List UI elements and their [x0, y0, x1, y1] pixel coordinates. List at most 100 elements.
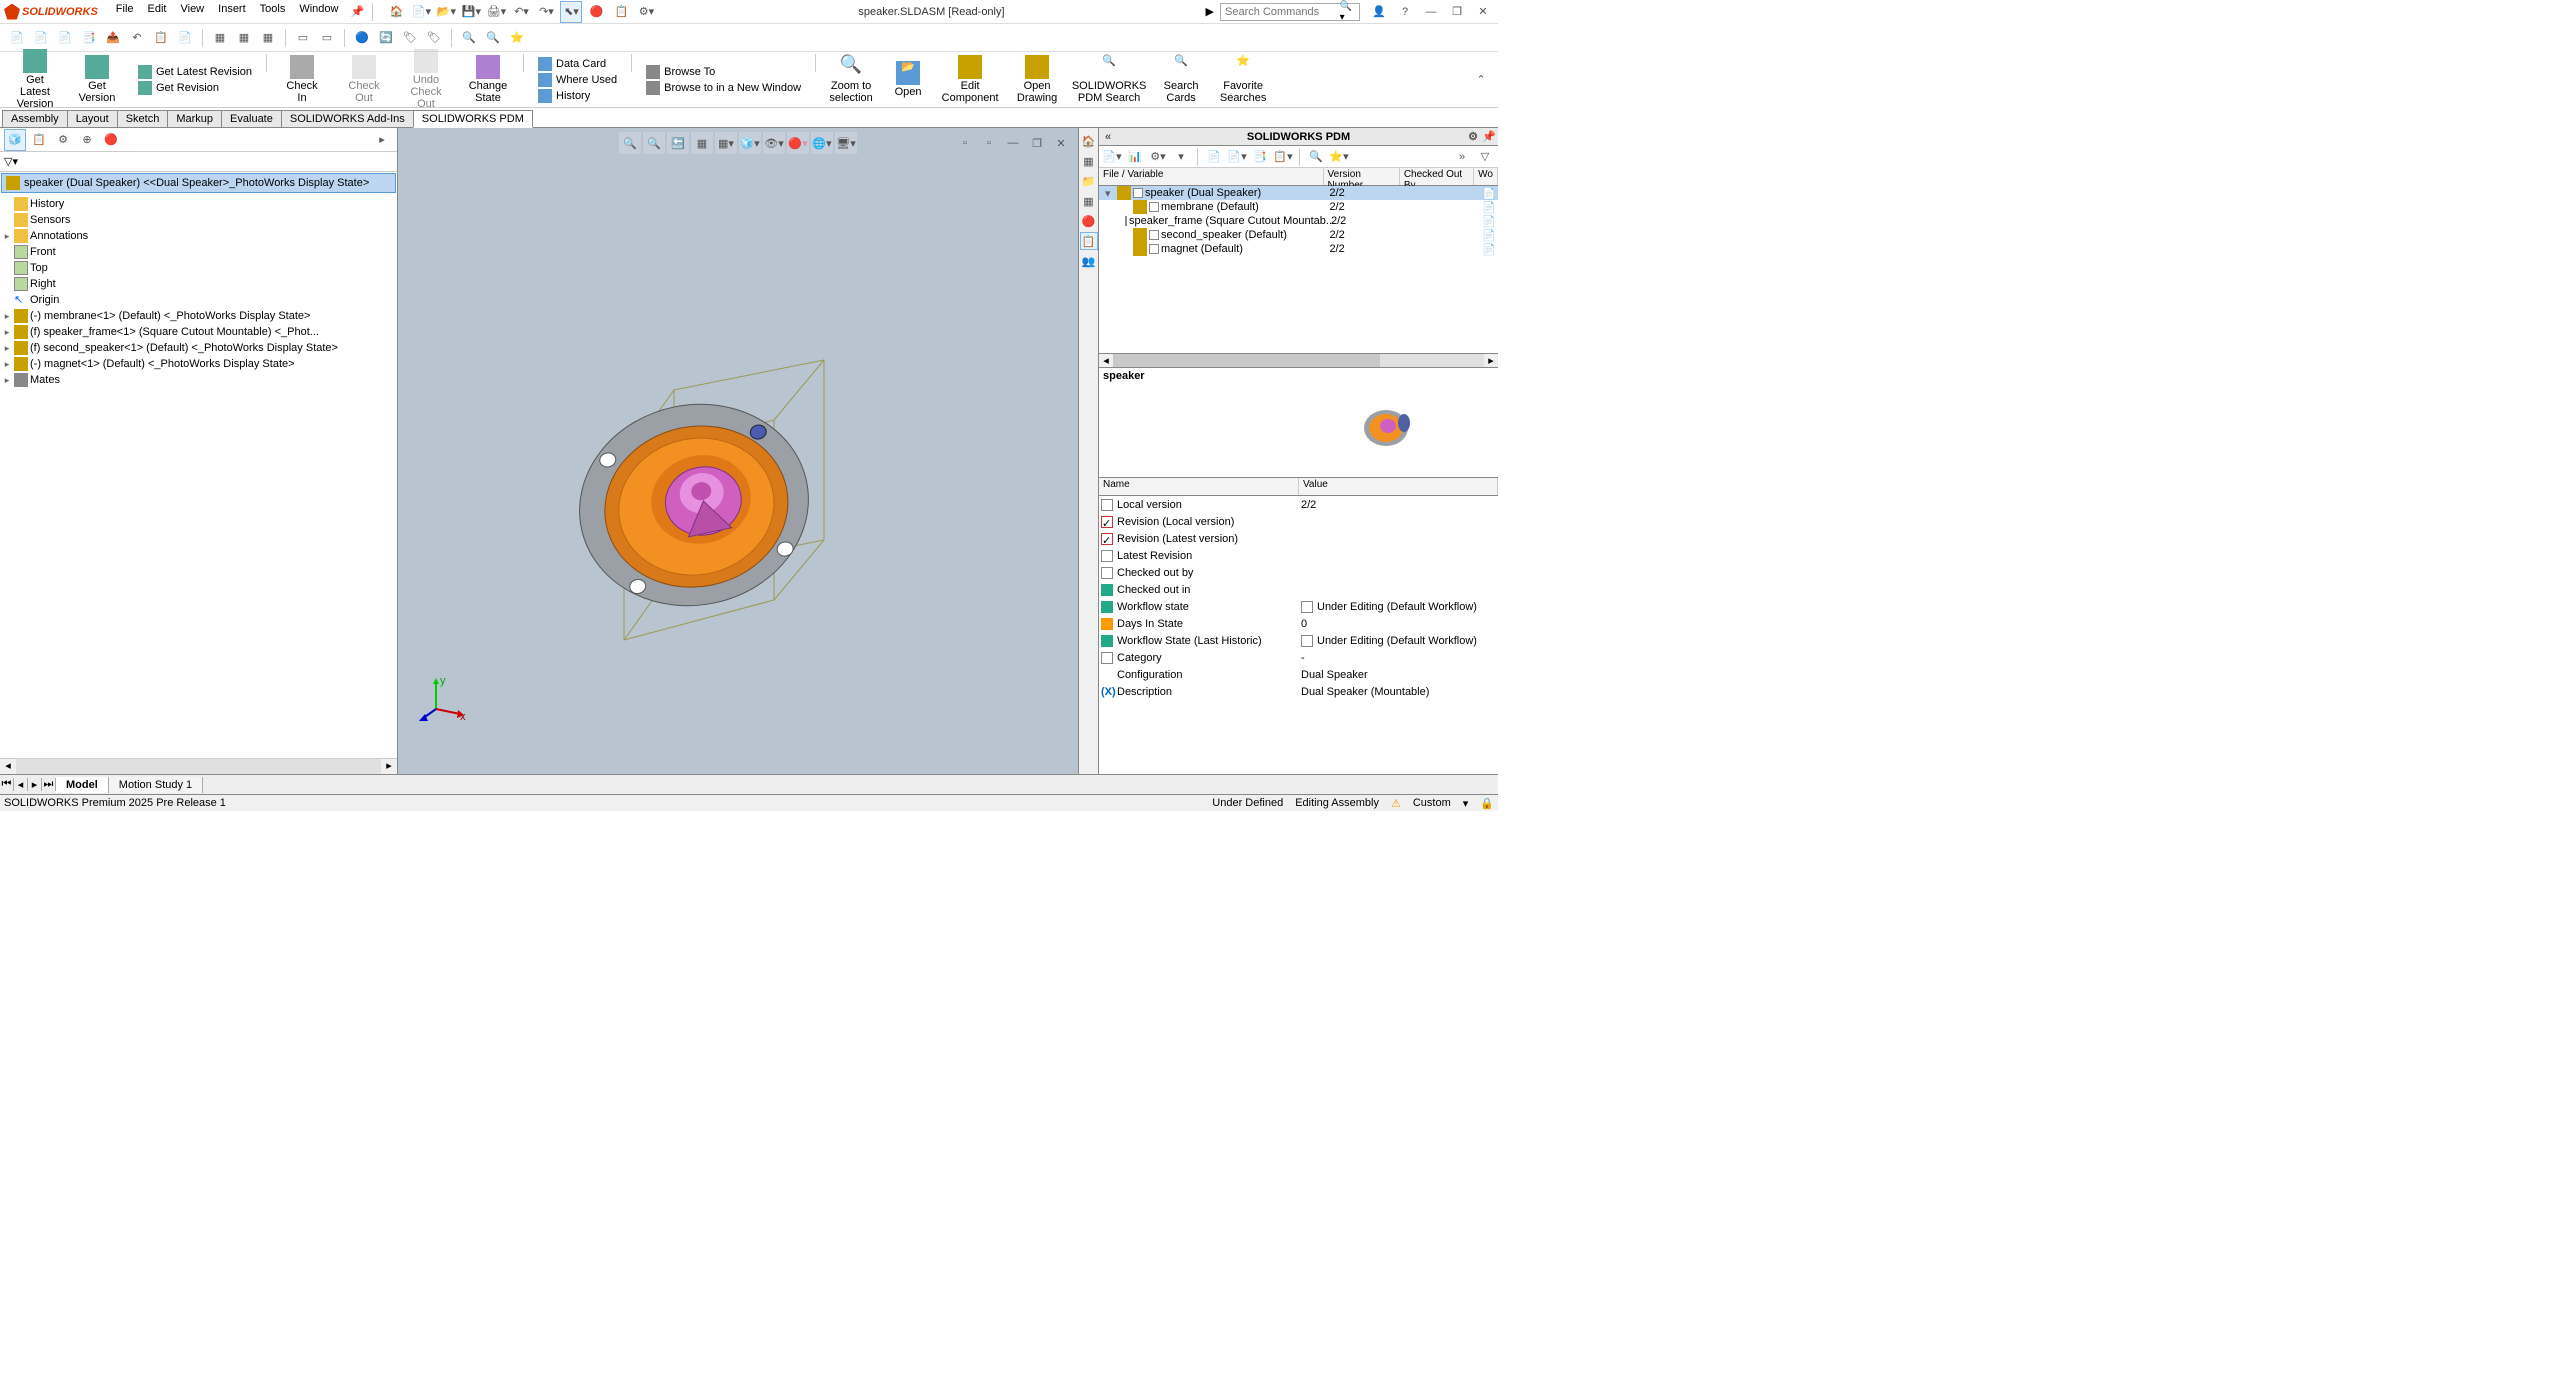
pdm-collapse-icon[interactable]: « [1101, 130, 1115, 144]
tree-row[interactable]: ▸(f) second_speaker<1> (Default) <_Photo… [0, 340, 397, 356]
tree-row[interactable]: ▸(-) membrane<1> (Default) <_PhotoWorks … [0, 308, 397, 324]
where-used-button[interactable]: Where Used [534, 72, 621, 88]
pdm-tree[interactable]: ▾speaker (Dual Speaker)2/2📄membrane (Def… [1099, 186, 1498, 354]
qt-icon[interactable]: 🏷 [399, 27, 421, 49]
search-icon[interactable]: 🔍▾ [1340, 1, 1355, 23]
filter-icon[interactable]: ▽▾ [4, 155, 18, 168]
data-card-button[interactable]: Data Card [534, 56, 621, 72]
tree-row[interactable]: History [0, 196, 397, 212]
minimize-icon[interactable]: — [1420, 1, 1442, 23]
get-latest-version-button[interactable]: GetLatestVersion [10, 47, 60, 112]
appearance-icon[interactable]: 🔴▾ [787, 132, 809, 154]
qt-icon[interactable]: 📄 [54, 27, 76, 49]
pdm-tb-icon[interactable]: 📊 [1124, 146, 1146, 168]
qt-icon[interactable]: 📄 [174, 27, 196, 49]
section-icon[interactable]: ▦ [691, 132, 713, 154]
pdm-search-button[interactable]: 🔍SOLIDWORKSPDM Search [1074, 53, 1144, 106]
pdm-props-header[interactable]: Name Value [1099, 478, 1498, 496]
collapse-right-icon[interactable]: ▸ [371, 129, 393, 151]
qt-icon[interactable]: ▭ [316, 27, 338, 49]
pdm-tb-icon[interactable]: 📄 [1203, 146, 1225, 168]
prop-row[interactable]: (X)DescriptionDual Speaker (Mountable) [1099, 683, 1498, 700]
close-icon[interactable]: ✕ [1472, 1, 1494, 23]
menu-window[interactable]: Window [293, 1, 344, 23]
btab-prev-icon[interactable]: ◂ [14, 778, 28, 791]
tree-row[interactable]: ▸Annotations [0, 228, 397, 244]
tree-row[interactable]: Right [0, 276, 397, 292]
expander-icon[interactable]: ▾ [1105, 187, 1115, 200]
pdm-hscroll[interactable]: ◂ ▸ [1099, 354, 1498, 368]
tree-row[interactable]: ▸(-) magnet<1> (Default) <_PhotoWorks Di… [0, 356, 397, 372]
select-icon[interactable]: ⬉▾ [560, 1, 582, 23]
status-warn-icon[interactable]: ⚠ [1391, 797, 1401, 810]
col-value[interactable]: Value [1299, 478, 1498, 495]
tp-home-icon[interactable]: 🏠 [1080, 132, 1098, 150]
qt-icon[interactable]: 📋 [150, 27, 172, 49]
qt-icon[interactable]: 🔍 [458, 27, 480, 49]
pdm-tree-header[interactable]: File / Variable Version Number Checked O… [1099, 168, 1498, 186]
graphics-viewport[interactable]: 🔍 🔍 🔙 ▦ ▦▾ 🧊▾ 👁▾ 🔴▾ 🌐▾ 🖥▾ ▫ ▫ — ❐ ✕ [398, 128, 1078, 774]
view-min-icon[interactable]: — [1002, 132, 1024, 154]
tab-markup[interactable]: Markup [167, 110, 222, 127]
check-in-button[interactable]: CheckIn [277, 53, 327, 106]
qt-icon[interactable]: 🏷 [423, 27, 445, 49]
hide-show-icon[interactable]: 👁▾ [763, 132, 785, 154]
col-file[interactable]: File / Variable [1099, 168, 1324, 185]
qt-icon[interactable]: ↶ [126, 27, 148, 49]
tab-layout[interactable]: Layout [67, 110, 118, 127]
prop-row[interactable]: Latest Revision [1099, 547, 1498, 564]
qt-icon[interactable]: ▦ [257, 27, 279, 49]
tree-row[interactable]: Top [0, 260, 397, 276]
status-lock-icon[interactable]: 🔒 [1480, 797, 1494, 810]
qt-icon[interactable]: 🔄 [375, 27, 397, 49]
undo-icon[interactable]: ↶▾ [510, 1, 532, 23]
user-icon[interactable]: 👤 [1368, 1, 1390, 23]
tree-row[interactable]: ▸(f) speaker_frame<1> (Square Cutout Mou… [0, 324, 397, 340]
pdm-tb-icon[interactable]: 📄▾ [1101, 146, 1123, 168]
pdm-tree-row[interactable]: speaker_frame (Square Cutout Mountab...2… [1099, 214, 1498, 228]
qt-icon[interactable]: 📤 [102, 27, 124, 49]
pdm-tb-icon[interactable]: 📄▾ [1226, 146, 1248, 168]
browse-new-window-button[interactable]: Browse to in a New Window [642, 80, 805, 96]
tp-appearances-icon[interactable]: 🔴 [1080, 212, 1098, 230]
prop-row[interactable]: ✓Revision (Local version) [1099, 513, 1498, 530]
tree-row[interactable]: Sensors [0, 212, 397, 228]
view-orient-icon[interactable]: ▦▾ [715, 132, 737, 154]
menu-tools[interactable]: Tools [254, 1, 292, 23]
zoom-area-icon[interactable]: 🔍 [643, 132, 665, 154]
prev-view-icon[interactable]: 🔙 [667, 132, 689, 154]
save-icon[interactable]: 💾▾ [460, 1, 482, 23]
view-max-icon[interactable]: ❐ [1026, 132, 1048, 154]
tp-forum-icon[interactable]: 👥 [1080, 252, 1098, 270]
fm-dim-icon[interactable]: ⊕ [76, 129, 98, 151]
zoom-selection-button[interactable]: 🔍Zoom toselection [826, 53, 876, 106]
tp-resources-icon[interactable]: ▦ [1080, 152, 1098, 170]
view-close-icon[interactable]: ✕ [1050, 132, 1072, 154]
view-2-icon[interactable]: ▫ [978, 132, 1000, 154]
expander-icon[interactable]: ▸ [2, 231, 12, 242]
scroll-left-icon[interactable]: ◂ [1099, 354, 1113, 367]
view-settings-icon[interactable]: 🖥▾ [835, 132, 857, 154]
redo-icon[interactable]: ↷▾ [535, 1, 557, 23]
restore-icon[interactable]: ❐ [1446, 1, 1468, 23]
pdm-tb-icon[interactable]: ⚙▾ [1147, 146, 1169, 168]
tab-model[interactable]: Model [56, 777, 109, 793]
btab-next-icon[interactable]: ▸ [28, 778, 42, 791]
zoom-fit-icon[interactable]: 🔍 [619, 132, 641, 154]
prop-row[interactable]: ✓Revision (Latest version) [1099, 530, 1498, 547]
btab-last-icon[interactable]: ⏭ [42, 778, 56, 791]
menu-edit[interactable]: Edit [142, 1, 173, 23]
prop-row[interactable]: Checked out by [1099, 564, 1498, 581]
expander-icon[interactable]: ▸ [2, 327, 12, 338]
col-checkedout[interactable]: Checked Out By [1400, 168, 1474, 185]
tp-props-icon[interactable]: 📋 [1080, 232, 1098, 250]
open-icon[interactable]: 📂▾ [435, 1, 457, 23]
prop-row[interactable]: Workflow stateUnder Editing (Default Wor… [1099, 598, 1498, 615]
orientation-triad[interactable]: y x [418, 674, 468, 724]
prop-row[interactable]: Local version2/2 [1099, 496, 1498, 513]
new-icon[interactable]: 📄▾ [410, 1, 432, 23]
pdm-tb-icon[interactable]: » [1451, 146, 1473, 168]
menu-file[interactable]: File [110, 1, 140, 23]
prop-row[interactable]: Days In State0 [1099, 615, 1498, 632]
feature-tree[interactable]: HistorySensors▸AnnotationsFrontTopRightO… [0, 194, 397, 758]
